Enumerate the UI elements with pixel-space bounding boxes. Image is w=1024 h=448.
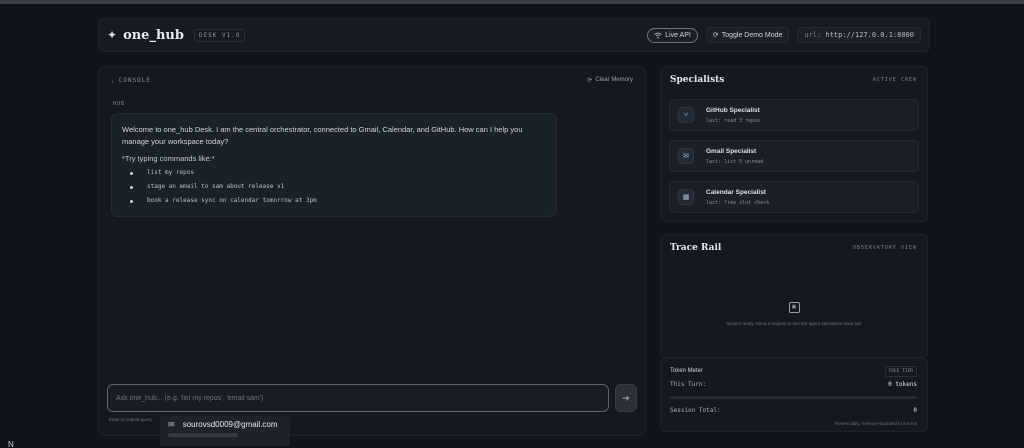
trace-empty-state: ▣ System ready. Send a request to see th… (661, 295, 927, 326)
command-text: stage an email to sam about release v1 (147, 183, 285, 190)
sparkle-icon: ✦ (107, 28, 118, 42)
app-header: ✦ one_hub DESK V1.0 Live API ⟳ Toggle De… (98, 18, 930, 52)
wifi-icon (654, 32, 662, 38)
session-total-row: Session Total: 0 (670, 407, 917, 414)
live-api-label: Live API (665, 31, 691, 39)
specialist-info: GitHub Specialist last: read 3 repos (706, 107, 760, 124)
console-label: ⌞ CONSOLE (111, 77, 151, 84)
autofill-email: sourovsd0009@gmail.com (182, 420, 278, 429)
refresh-icon: ⟳ (712, 32, 719, 39)
browser-top-edge (0, 0, 1024, 4)
query-input[interactable] (107, 384, 609, 412)
session-total-label: Session Total: (670, 407, 721, 414)
mail-icon: ✉ (168, 420, 175, 429)
specialist-info: Calendar Specialist last: free slot chec… (706, 189, 769, 206)
this-turn-label: This Turn: (670, 381, 707, 388)
specialist-status: last: read 3 repos (706, 117, 761, 124)
api-url-display[interactable]: url: http://127.0.0.1:8000 (797, 27, 921, 43)
token-meter-note: Resets daily, memory-bounded to 8 turns (835, 421, 917, 426)
specialist-info: Gmail Specialist last: list 5 unread (706, 148, 763, 165)
header-actions: Live API ⟳ Toggle Demo Mode url: http://… (647, 27, 921, 43)
token-meter-title: Token Meter (670, 368, 704, 374)
specialist-card-calendar[interactable]: ▦ Calendar Specialist last: free slot ch… (669, 181, 919, 213)
specialist-name: Calendar Specialist (706, 188, 766, 196)
specialist-name: Gmail Specialist (706, 147, 757, 155)
panel-tag: ACTIVE CREW (872, 77, 917, 83)
message-role: HUB (113, 101, 126, 107)
mail-icon: ✉ (678, 148, 694, 164)
message-hint: *Try typing commands like:* (122, 154, 215, 163)
token-meter-panel: Token Meter FREE TIER This Turn: 0 token… (660, 358, 928, 432)
specialist-card-github[interactable]: ⑂ GitHub Specialist last: read 3 repos (669, 99, 919, 131)
autofill-dropdown: ✉ sourovsd0009@gmail.com (160, 416, 290, 446)
clear-memory-label: Clear Memory (595, 77, 633, 83)
chip-icon: ▣ (788, 301, 800, 313)
tier-badge: FREE TIER (884, 366, 917, 377)
cursor-text-fragment: N (8, 440, 14, 448)
command-text: list my repos (147, 169, 194, 176)
bullet (130, 199, 133, 203)
panel-tag: OBSERVATORY VIEW (852, 245, 917, 251)
message-text: Welcome to one_hub Desk. I am the centra… (122, 125, 523, 146)
git-branch-icon: ⑂ (678, 107, 694, 123)
version-badge: DESK V1.0 (193, 28, 246, 42)
url-value: http://127.0.0.1:8000 (825, 31, 914, 39)
live-api-badge[interactable]: Live API (647, 27, 698, 43)
panel-title: Trace Rail (670, 243, 722, 253)
specialist-status: last: list 5 unread (706, 158, 764, 165)
composer: ➔ (107, 384, 637, 412)
autofill-secondary-item[interactable] (168, 433, 238, 437)
specialist-name: GitHub Specialist (706, 106, 760, 114)
send-button[interactable]: ➔ (615, 384, 637, 412)
autofill-suggestion[interactable]: ✉ sourovsd0009@gmail.com (168, 420, 282, 429)
terminal-icon: ⌞ (111, 76, 116, 84)
clear-memory-button[interactable]: ⟳ Clear Memory (587, 77, 633, 84)
trace-rail-panel: Trace Rail OBSERVATORY VIEW ▣ System rea… (660, 234, 928, 358)
this-turn-row: This Turn: 0 tokens (670, 381, 917, 388)
url-key: url: (804, 31, 822, 39)
bullet (130, 185, 133, 189)
calendar-icon: ▦ (678, 189, 694, 205)
command-text: book a release sync on calendar tomorrow… (147, 197, 317, 204)
toggle-demo-label: Toggle Demo Mode (721, 31, 783, 39)
specialist-status: last: free slot check (706, 199, 770, 206)
command-list: list my repos stage an email to sam abou… (122, 166, 546, 208)
brand-name[interactable]: one_hub (123, 28, 184, 43)
input-hint: Enter to submit query (109, 417, 152, 422)
specialist-card-gmail[interactable]: ✉ Gmail Specialist last: list 5 unread (669, 140, 919, 172)
specialists-panel: Specialists ACTIVE CREW ⑂ GitHub Special… (660, 66, 928, 222)
trace-empty-text: System ready. Send a request to see the … (726, 321, 862, 326)
list-item: stage an email to sam about release v1 (122, 180, 546, 194)
list-item: book a release sync on calendar tomorrow… (122, 194, 546, 208)
token-progress-bar (670, 396, 917, 399)
panel-title: Specialists (670, 75, 725, 85)
refresh-icon: ⟳ (587, 77, 593, 84)
this-turn-value: 0 tokens (888, 381, 917, 388)
console-label-text: CONSOLE (118, 76, 151, 84)
bullet (130, 171, 133, 175)
toggle-demo-button[interactable]: ⟳ Toggle Demo Mode (705, 27, 790, 43)
hub-message: Welcome to one_hub Desk. I am the centra… (111, 113, 557, 217)
app-frame: ✦ one_hub DESK V1.0 Live API ⟳ Toggle De… (98, 18, 930, 446)
arrow-right-icon: ➔ (622, 392, 630, 403)
console-panel: ⌞ CONSOLE ⟳ Clear Memory HUB Welcome to … (98, 66, 646, 436)
list-item: list my repos (122, 166, 546, 180)
session-total-value: 0 (913, 407, 917, 414)
console-toolbar: ⌞ CONSOLE ⟳ Clear Memory (111, 73, 633, 87)
